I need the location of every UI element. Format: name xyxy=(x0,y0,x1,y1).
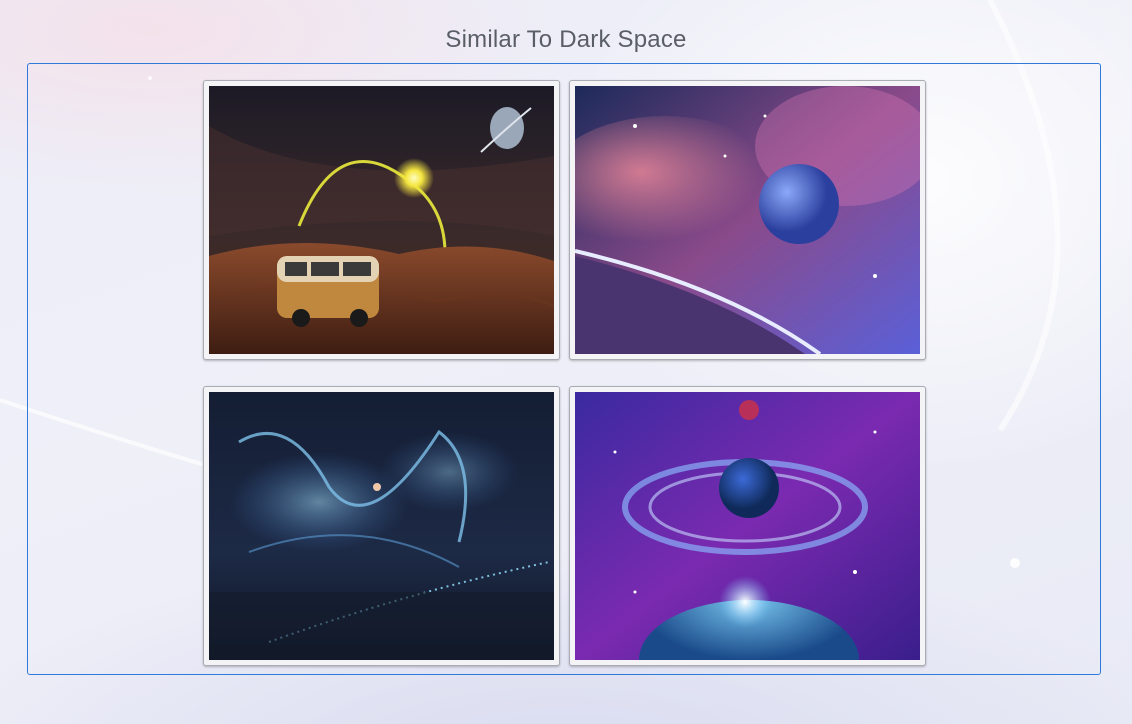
gallery-thumbnail-1[interactable] xyxy=(203,80,560,360)
image-blue-cosmic-dust xyxy=(209,392,554,660)
page-title: Similar To Dark Space xyxy=(445,26,687,53)
image-ringed-planet xyxy=(575,392,920,660)
gallery-thumbnail-3[interactable] xyxy=(203,386,560,666)
image-nebula-planet xyxy=(575,86,920,354)
image-gallery xyxy=(27,63,1101,675)
gallery-thumbnail-4[interactable] xyxy=(569,386,926,666)
gallery-thumbnail-2[interactable] xyxy=(569,80,926,360)
image-desert-van xyxy=(209,86,554,354)
